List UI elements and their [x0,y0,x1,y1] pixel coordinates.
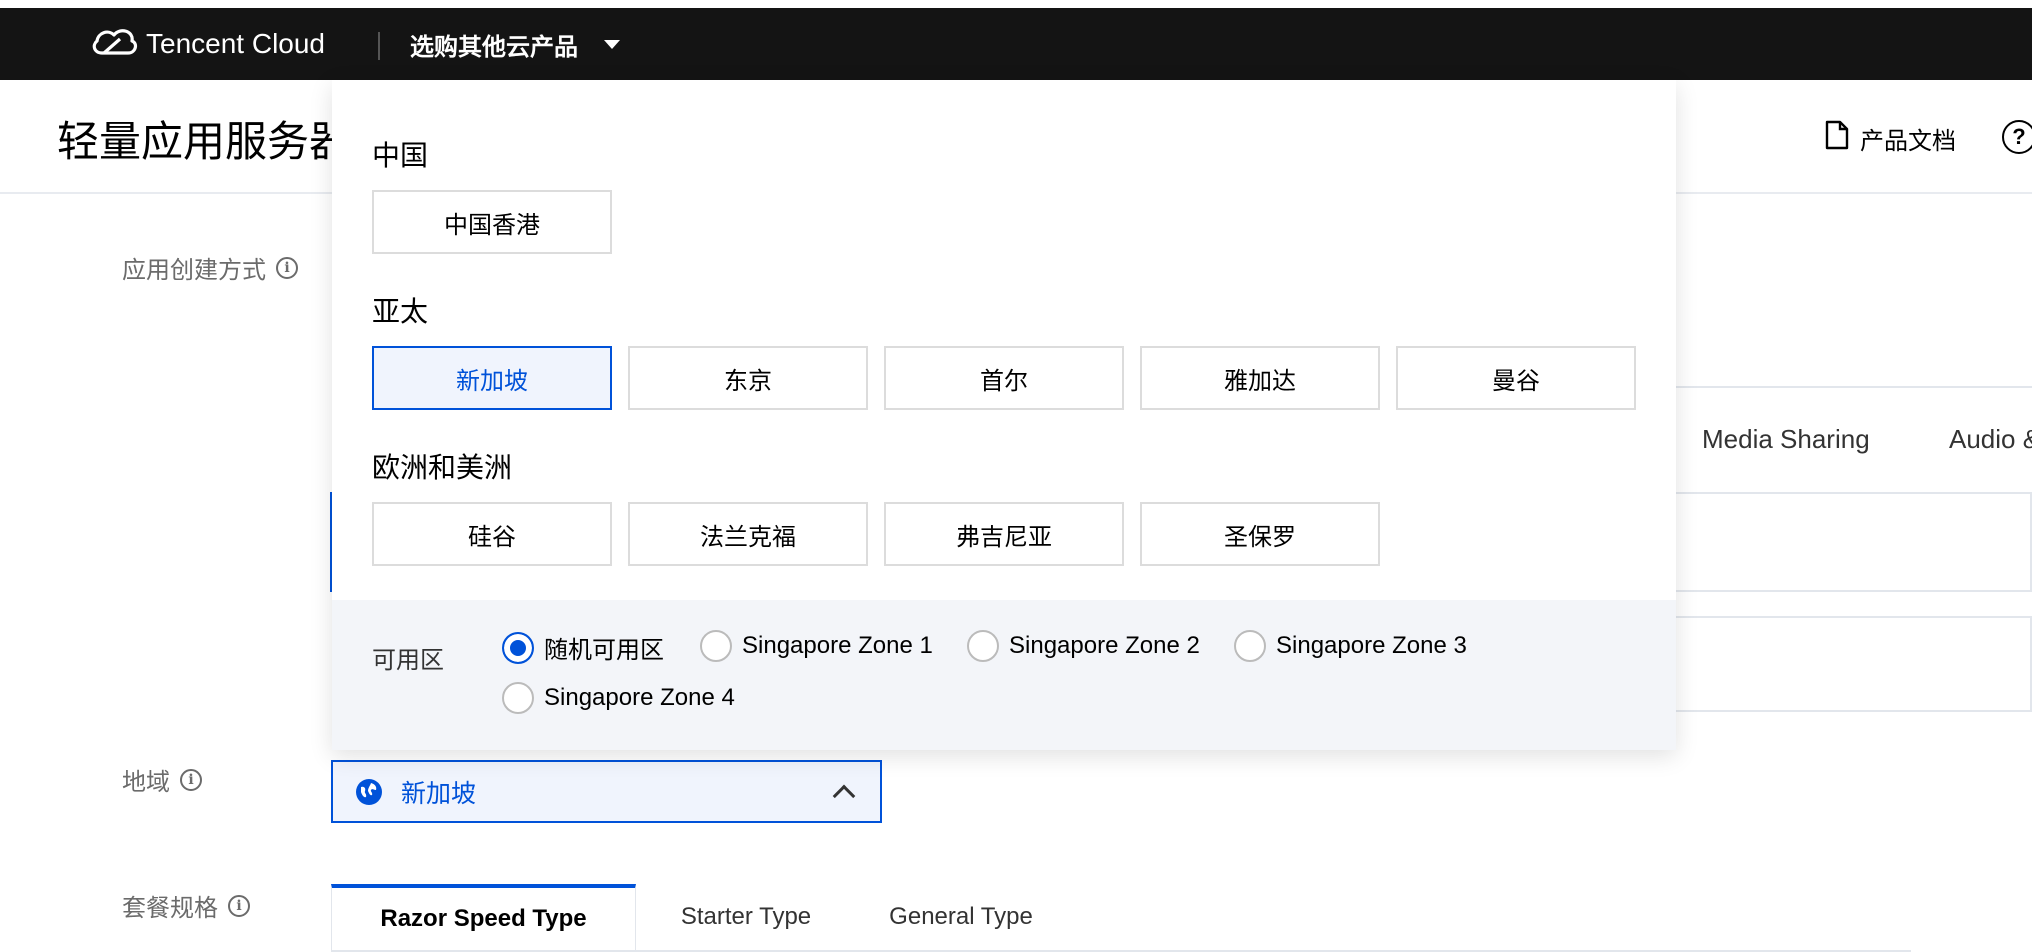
product-switch-menu[interactable]: 选购其他云产品 [410,26,620,62]
zone-radio-4[interactable]: Singapore Zone 4 [502,682,735,714]
spec-label: 套餐规格 i [122,888,250,923]
create-method-text: 应用创建方式 [122,257,266,284]
tab-audio[interactable]: Audio & [1949,424,2032,455]
radio-unchecked-icon [502,682,534,714]
spec-tabs: Razor Speed Type Starter Type General Ty… [331,884,1911,952]
zone-radio-2[interactable]: Singapore Zone 2 [967,630,1200,662]
brand-logo[interactable]: Tencent Cloud [90,26,325,62]
page-title: 轻量应用服务器 [57,118,352,165]
brand-name: Tencent Cloud [146,28,326,59]
caret-down-icon [604,39,620,49]
zone-radio-label: Singapore Zone 3 [1276,632,1467,659]
radio-unchecked-icon [1234,630,1266,662]
info-icon[interactable]: i [228,894,250,917]
region-option[interactable]: 硅谷 [372,502,612,566]
region-select[interactable]: 新加坡 [331,760,882,823]
tencent-cloud-logo-icon [90,23,138,66]
radio-unchecked-icon [967,630,999,662]
top-nav: Tencent Cloud 选购其他云产品 [0,8,2032,80]
region-option[interactable]: 法兰克福 [628,502,868,566]
chevron-up-icon [832,784,856,808]
region-group-title: 亚太 [372,296,429,327]
region-group-title: 欧洲和美洲 [372,452,513,483]
region-group-title: 中国 [372,140,429,171]
create-method-label: 应用创建方式 i [122,250,298,285]
tab-razor-speed-type[interactable]: Razor Speed Type [331,884,636,950]
product-switch-label: 选购其他云产品 [410,33,578,61]
region-label: 地域 i [122,762,202,797]
app-category-tabs-divider [1676,386,2032,388]
zone-radio-3[interactable]: Singapore Zone 3 [1234,630,1467,662]
info-icon[interactable]: i [180,768,202,791]
region-option[interactable]: 圣保罗 [1140,502,1380,566]
globe-icon [355,778,383,806]
document-icon [1824,120,1850,157]
region-option[interactable]: 东京 [628,346,868,410]
radio-checked-icon [502,631,534,664]
zone-radio-label: Singapore Zone 2 [1009,632,1200,659]
tab-media-sharing[interactable]: Media Sharing [1702,424,1870,455]
zone-radio-label: Singapore Zone 4 [544,684,735,711]
zone-radio-label: 随机可用区 [544,637,664,664]
spec-label-text: 套餐规格 [122,895,218,922]
region-option[interactable]: 中国香港 [372,190,612,254]
product-docs-link[interactable]: 产品文档 [1824,120,1956,157]
nav-divider [378,32,380,60]
region-option[interactable]: 曼谷 [1396,346,1636,410]
product-docs-label: 产品文档 [1860,128,1956,155]
zone-label: 可用区 [372,647,444,674]
tab-starter-type[interactable]: Starter Type [651,884,841,950]
region-label-text: 地域 [122,769,170,796]
region-option-selected[interactable]: 新加坡 [372,346,612,410]
region-option[interactable]: 首尔 [884,346,1124,410]
help-icon[interactable]: ? [2002,120,2032,154]
zone-radio-1[interactable]: Singapore Zone 1 [700,630,933,662]
region-dropdown-panel: 中国 中国香港 亚太 新加坡 东京 首尔 雅加达 曼谷 欧洲和美洲 硅谷 法兰克… [332,80,1676,750]
region-option[interactable]: 弗吉尼亚 [884,502,1124,566]
region-select-value: 新加坡 [401,779,477,808]
zone-radio-random[interactable]: 随机可用区 [502,630,664,665]
zone-radio-label: Singapore Zone 1 [742,632,933,659]
region-option[interactable]: 雅加达 [1140,346,1380,410]
radio-unchecked-icon [700,630,732,662]
tab-general-type[interactable]: General Type [851,884,1071,950]
info-icon[interactable]: i [276,256,298,279]
availability-zone-section: 可用区 随机可用区 Singapore Zone 1 Singapore Zon… [332,600,1676,750]
